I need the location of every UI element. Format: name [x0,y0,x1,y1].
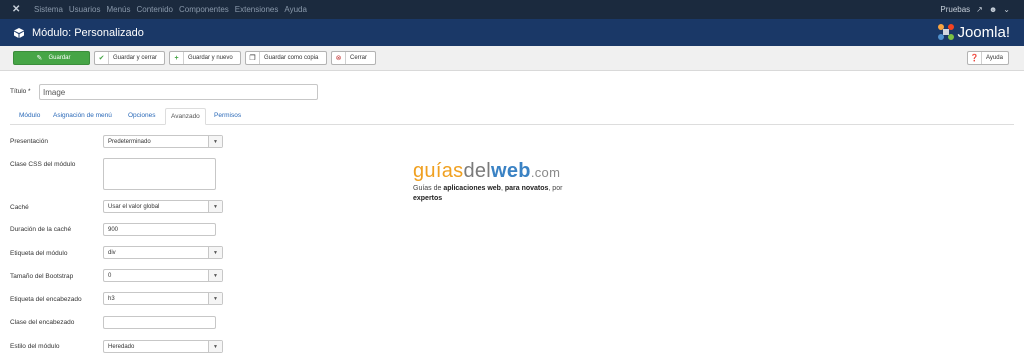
joomla-menu-icon[interactable]: ✕ [12,4,30,15]
bootstrap-size-value: 0 [108,272,112,279]
module-style-label: Estilo del módulo [10,343,60,350]
topbar-right: Pruebas ↗ ☻ ⌄ [940,0,1010,19]
css-class-label: Clase CSS del módulo [10,161,76,168]
title-input[interactable]: Image [39,84,318,100]
module-style-select[interactable]: Heredado ▼ [103,340,223,353]
save-copy-button[interactable]: ❐ Guardar como copia [245,51,327,65]
cancel-icon: ⊗ [332,52,346,64]
page-title: Módulo: Personalizado [32,26,144,39]
menu-item-contenido[interactable]: Contenido [137,5,173,14]
layout-select[interactable]: Predeterminado ▼ [103,135,223,148]
bootstrap-size-label: Tamaño del Bootstrap [10,273,74,280]
cache-select[interactable]: Usar el valor global ▼ [103,200,223,213]
menu-item-sistema[interactable]: Sistema [34,5,63,14]
header-class-input[interactable] [103,316,216,329]
tab-opciones[interactable]: Opciones [128,112,155,119]
chevron-down-icon: ▼ [208,270,222,281]
guiasdelweb-watermark: guíasdelweb.com Guías de aplicaciones we… [413,160,623,210]
brand-name: Joomla! [957,23,1010,41]
module-tag-select[interactable]: div ▼ [103,246,223,259]
cache-label: Caché [10,204,29,211]
header-tag-value: h3 [108,295,115,302]
menu-item-ayuda[interactable]: Ayuda [284,5,307,14]
plus-icon: + [170,52,184,64]
joomla-brand: Joomla! [937,23,1010,41]
menu-item-extensiones[interactable]: Extensiones [235,5,279,14]
save-new-button[interactable]: + Guardar y nuevo [169,51,241,65]
copy-icon: ❐ [246,52,260,64]
cache-value: Usar el valor global [108,203,160,210]
user-icon[interactable]: ☻ [989,5,997,14]
help-label: Ayuda [986,55,1003,61]
toolbar: ✎ Guardar ✔ Guardar y cerrar + Guardar y… [0,46,1024,71]
external-link-icon: ↗ [976,5,983,14]
layout-label: Presentación [10,138,48,145]
page-header: Módulo: Personalizado Joomla! [0,19,1024,46]
title-value: Image [43,87,66,97]
title-label: Título * [10,88,31,95]
save-button[interactable]: ✎ Guardar [13,51,90,65]
chevron-down-icon: ▼ [208,136,222,147]
header-tag-label: Etiqueta del encabezado [10,296,82,303]
module-tag-label: Etiqueta del módulo [10,250,68,257]
close-button[interactable]: ⊗ Cerrar [331,51,376,65]
watermark-tagline: Guías de aplicaciones web, para novatos,… [413,185,563,202]
joomla-logo-icon [938,24,955,40]
bootstrap-size-select[interactable]: 0 ▼ [103,269,223,282]
module-style-value: Heredado [108,343,135,350]
watermark-logo: guíasdelweb.com [413,160,561,182]
module-tag-value: div [108,249,116,256]
save-close-label: Guardar y cerrar [113,55,158,61]
chevron-down-icon: ▼ [208,341,222,352]
save-close-button[interactable]: ✔ Guardar y cerrar [94,51,165,65]
menu-item-menus[interactable]: Menús [106,5,130,14]
cache-time-label: Duración de la caché [10,226,72,233]
css-class-textarea[interactable] [103,158,216,190]
close-label: Cerrar [350,55,368,61]
header-class-label: Clase del encabezado [10,319,75,326]
cache-time-input[interactable]: 900 [103,223,216,236]
admin-topbar: ✕ Sistema Usuarios Menús Contenido Compo… [0,0,1024,19]
save-copy-label: Guardar como copia [264,55,319,61]
save-icon: ✎ [36,55,43,62]
chevron-down-icon: ▼ [208,201,222,212]
header-tag-select[interactable]: h3 ▼ [103,292,223,305]
chevron-down-icon: ▼ [208,247,222,258]
menu-item-componentes[interactable]: Componentes [179,5,229,14]
tab-bar: Módulo Asignación de menú Opciones Avanz… [10,108,1014,125]
tab-asignacion-menu[interactable]: Asignación de menú [53,112,112,119]
save-new-label: Guardar y nuevo [188,55,233,61]
help-icon: ❓ [968,52,982,64]
site-link[interactable]: Pruebas [940,5,970,14]
tab-modulo[interactable]: Módulo [19,112,40,119]
check-icon: ✔ [95,52,109,64]
menu-item-usuarios[interactable]: Usuarios [69,5,101,14]
cube-icon [14,27,24,38]
help-button[interactable]: ❓ Ayuda [967,51,1009,65]
layout-value: Predeterminado [108,138,151,145]
tab-avanzado[interactable]: Avanzado [165,108,206,125]
chevron-down-icon: ▼ [208,293,222,304]
cache-time-value: 900 [108,226,119,233]
tab-permisos[interactable]: Permisos [214,112,241,119]
save-label: Guardar [48,55,71,61]
chevron-down-icon[interactable]: ⌄ [1003,5,1010,14]
admin-menu: Sistema Usuarios Menús Contenido Compone… [34,5,307,14]
